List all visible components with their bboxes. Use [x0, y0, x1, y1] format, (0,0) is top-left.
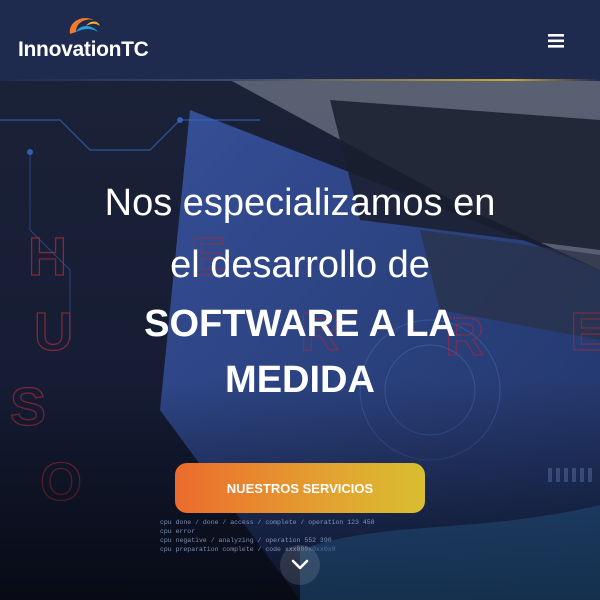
- hero-section: H U S O E R R E cpu done / done / access…: [0, 80, 600, 600]
- hamburger-menu-icon: [548, 34, 564, 48]
- headline-line-4: MEDIDA: [225, 359, 375, 401]
- hero-headline: Nos especializamos en el desarrollo de S…: [0, 172, 600, 408]
- scroll-down-button[interactable]: [280, 545, 320, 585]
- bg-code-line-2: cpu error: [160, 528, 195, 535]
- site-header: InnovationTC: [0, 0, 600, 80]
- brand-name: InnovationTC: [18, 38, 149, 61]
- brand-logo[interactable]: InnovationTC: [18, 12, 158, 64]
- bg-code-line-3: cpu negative / analyzing / operation 552…: [160, 537, 332, 544]
- bg-code-line-1: cpu done / done / access / complete / op…: [160, 519, 375, 526]
- our-services-button[interactable]: NUESTROS SERVICIOS: [175, 463, 425, 513]
- chevron-down-icon: [291, 559, 309, 570]
- hamburger-menu-button[interactable]: [540, 28, 572, 54]
- headline-line-3: SOFTWARE A LA: [144, 303, 456, 345]
- headline-line-2: el desarrollo de: [170, 244, 430, 286]
- headline-line-1: Nos especializamos en: [104, 182, 496, 224]
- header-divider: [0, 79, 600, 81]
